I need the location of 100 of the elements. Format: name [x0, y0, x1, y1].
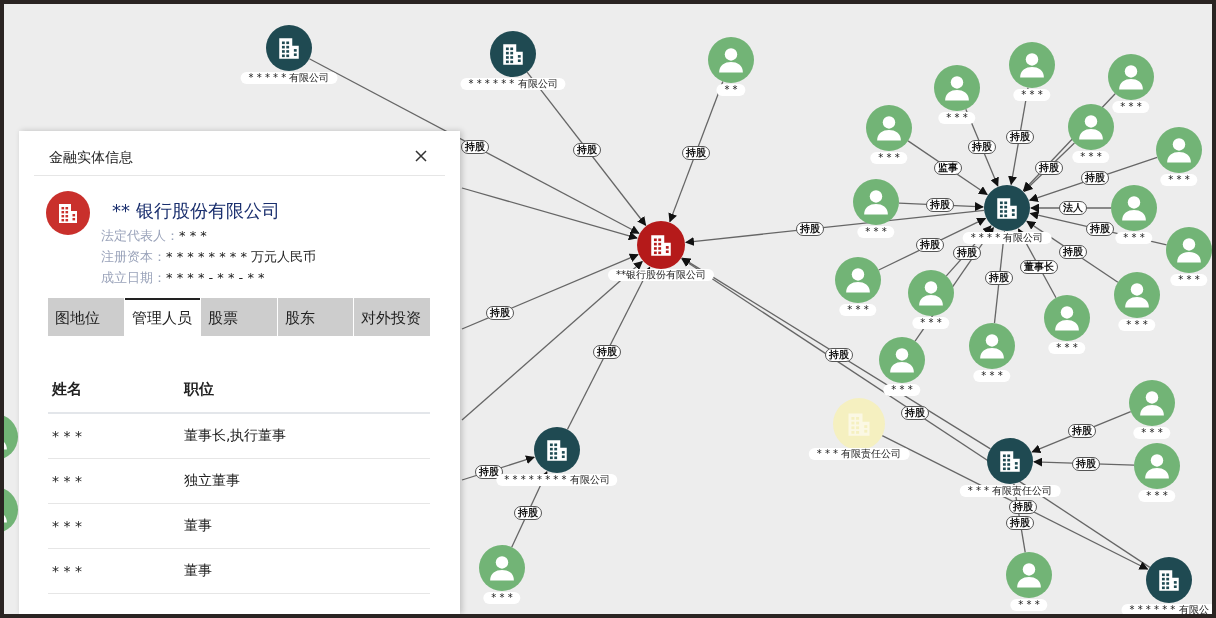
column-header: 姓名	[51, 379, 83, 399]
edge-label: 持股	[926, 197, 955, 212]
node-label: * *	[716, 84, 746, 96]
node-label: * * *	[857, 226, 895, 238]
person-node[interactable]	[1156, 127, 1202, 173]
building-icon	[994, 195, 1020, 221]
person-node[interactable]	[1129, 380, 1175, 426]
edge-label: 持股	[1068, 424, 1097, 439]
table-cell-text: * * *	[51, 563, 83, 579]
person-node[interactable]	[1166, 227, 1212, 273]
building-icon	[544, 437, 570, 463]
edge-label: 持股	[915, 238, 944, 253]
table-cell-text: * * *	[51, 473, 83, 489]
node-label: * * * 有限责任公司	[808, 448, 910, 460]
edge-label: 持股	[1059, 245, 1088, 260]
person-node[interactable]	[1009, 42, 1055, 88]
node-label: * * *	[1170, 274, 1208, 286]
person-node[interactable]	[1068, 104, 1114, 150]
company-node[interactable]	[490, 31, 536, 77]
tab[interactable]: 对外投资	[354, 298, 430, 336]
node-label: * * *	[1160, 174, 1198, 186]
person-node[interactable]	[708, 37, 754, 83]
node-label: * * * 有限责任公司	[959, 485, 1061, 497]
person-node[interactable]	[1044, 295, 1090, 341]
edge-label: 持股	[485, 306, 514, 321]
company-node[interactable]	[833, 398, 885, 450]
person-node[interactable]	[969, 323, 1015, 369]
node-label: * * *	[1115, 232, 1153, 244]
edge-label: 持股	[967, 139, 996, 154]
person-icon	[874, 113, 904, 143]
node-label: * * *	[973, 370, 1011, 382]
table-cell: 董事长,执行董事	[184, 427, 287, 445]
person-icon	[1137, 388, 1167, 418]
node-label: * * *	[1112, 101, 1150, 113]
edge-label: 持股	[573, 142, 601, 157]
company-node[interactable]	[534, 427, 580, 473]
building-icon	[648, 232, 674, 258]
edge-label: 持股	[513, 505, 542, 520]
field-value: * * *	[179, 228, 207, 243]
person-icon	[916, 278, 946, 308]
building-icon	[276, 35, 302, 61]
company-node[interactable]	[984, 185, 1030, 231]
company-node[interactable]	[1146, 557, 1192, 603]
person-node[interactable]	[853, 179, 899, 225]
person-node[interactable]	[835, 257, 881, 303]
person-node[interactable]	[1006, 552, 1052, 598]
person-icon	[1052, 303, 1082, 333]
person-icon	[716, 45, 746, 75]
edge-label: 持股	[1006, 515, 1035, 530]
person-icon	[1116, 62, 1146, 92]
person-node[interactable]	[1114, 272, 1160, 318]
node-label: **银行股份有限公司	[608, 269, 714, 281]
person-node[interactable]	[908, 270, 954, 316]
company-node[interactable]	[987, 438, 1033, 484]
column-header: 职位	[184, 379, 214, 399]
person-icon	[861, 187, 891, 217]
person-node[interactable]	[879, 337, 925, 383]
node-label: * * * * * * 有限公	[1121, 604, 1212, 614]
tab[interactable]: 股东	[277, 298, 354, 336]
field-label: 注册资本：	[101, 249, 166, 264]
company-node[interactable]	[266, 25, 312, 71]
field-label: 成立日期：	[101, 270, 166, 285]
node-label: * * * * * * 有限公司	[460, 78, 566, 90]
node-label: * * *	[883, 384, 921, 396]
edge-label: 董事长	[1020, 260, 1059, 275]
edge-label: 持股	[1005, 129, 1034, 144]
person-icon	[942, 73, 972, 103]
table-cell: 董事	[184, 562, 212, 580]
field-label: 法定代表人：	[101, 228, 179, 243]
person-node[interactable]	[1134, 443, 1180, 489]
panel-title: 金融实体信息	[49, 148, 133, 167]
edge-label: 持股	[825, 348, 853, 363]
person-icon	[1122, 280, 1152, 310]
person-icon	[1014, 560, 1044, 590]
edge-label: 持股	[1072, 456, 1101, 471]
person-icon	[487, 553, 517, 583]
edge-label: 持股	[1085, 222, 1114, 237]
person-icon	[1017, 50, 1047, 80]
person-icon	[1119, 193, 1149, 223]
company-node[interactable]	[637, 221, 685, 269]
person-node[interactable]	[866, 105, 912, 151]
person-icon	[1076, 112, 1106, 142]
node-label: * * *	[1013, 89, 1051, 101]
edge-label: 持股	[1009, 499, 1038, 514]
node-label: * * *	[1118, 319, 1156, 331]
node-label: * * *	[1133, 427, 1171, 439]
node-label: * * *	[483, 592, 521, 604]
node-label: * * *	[912, 317, 950, 329]
node-label: * * *	[839, 304, 877, 316]
tab[interactable]: 股票	[201, 298, 277, 336]
person-node[interactable]	[934, 65, 980, 111]
node-label: * * *	[1010, 599, 1048, 611]
building-icon	[1156, 567, 1182, 593]
table-cell: 董事	[184, 517, 212, 535]
person-node[interactable]	[479, 545, 525, 591]
table-cell-text: * * *	[51, 428, 83, 444]
person-node[interactable]	[1108, 54, 1154, 100]
tab[interactable]: 图地位	[48, 298, 124, 336]
person-node[interactable]	[1111, 185, 1157, 231]
table-cell-text: * * *	[51, 518, 83, 534]
